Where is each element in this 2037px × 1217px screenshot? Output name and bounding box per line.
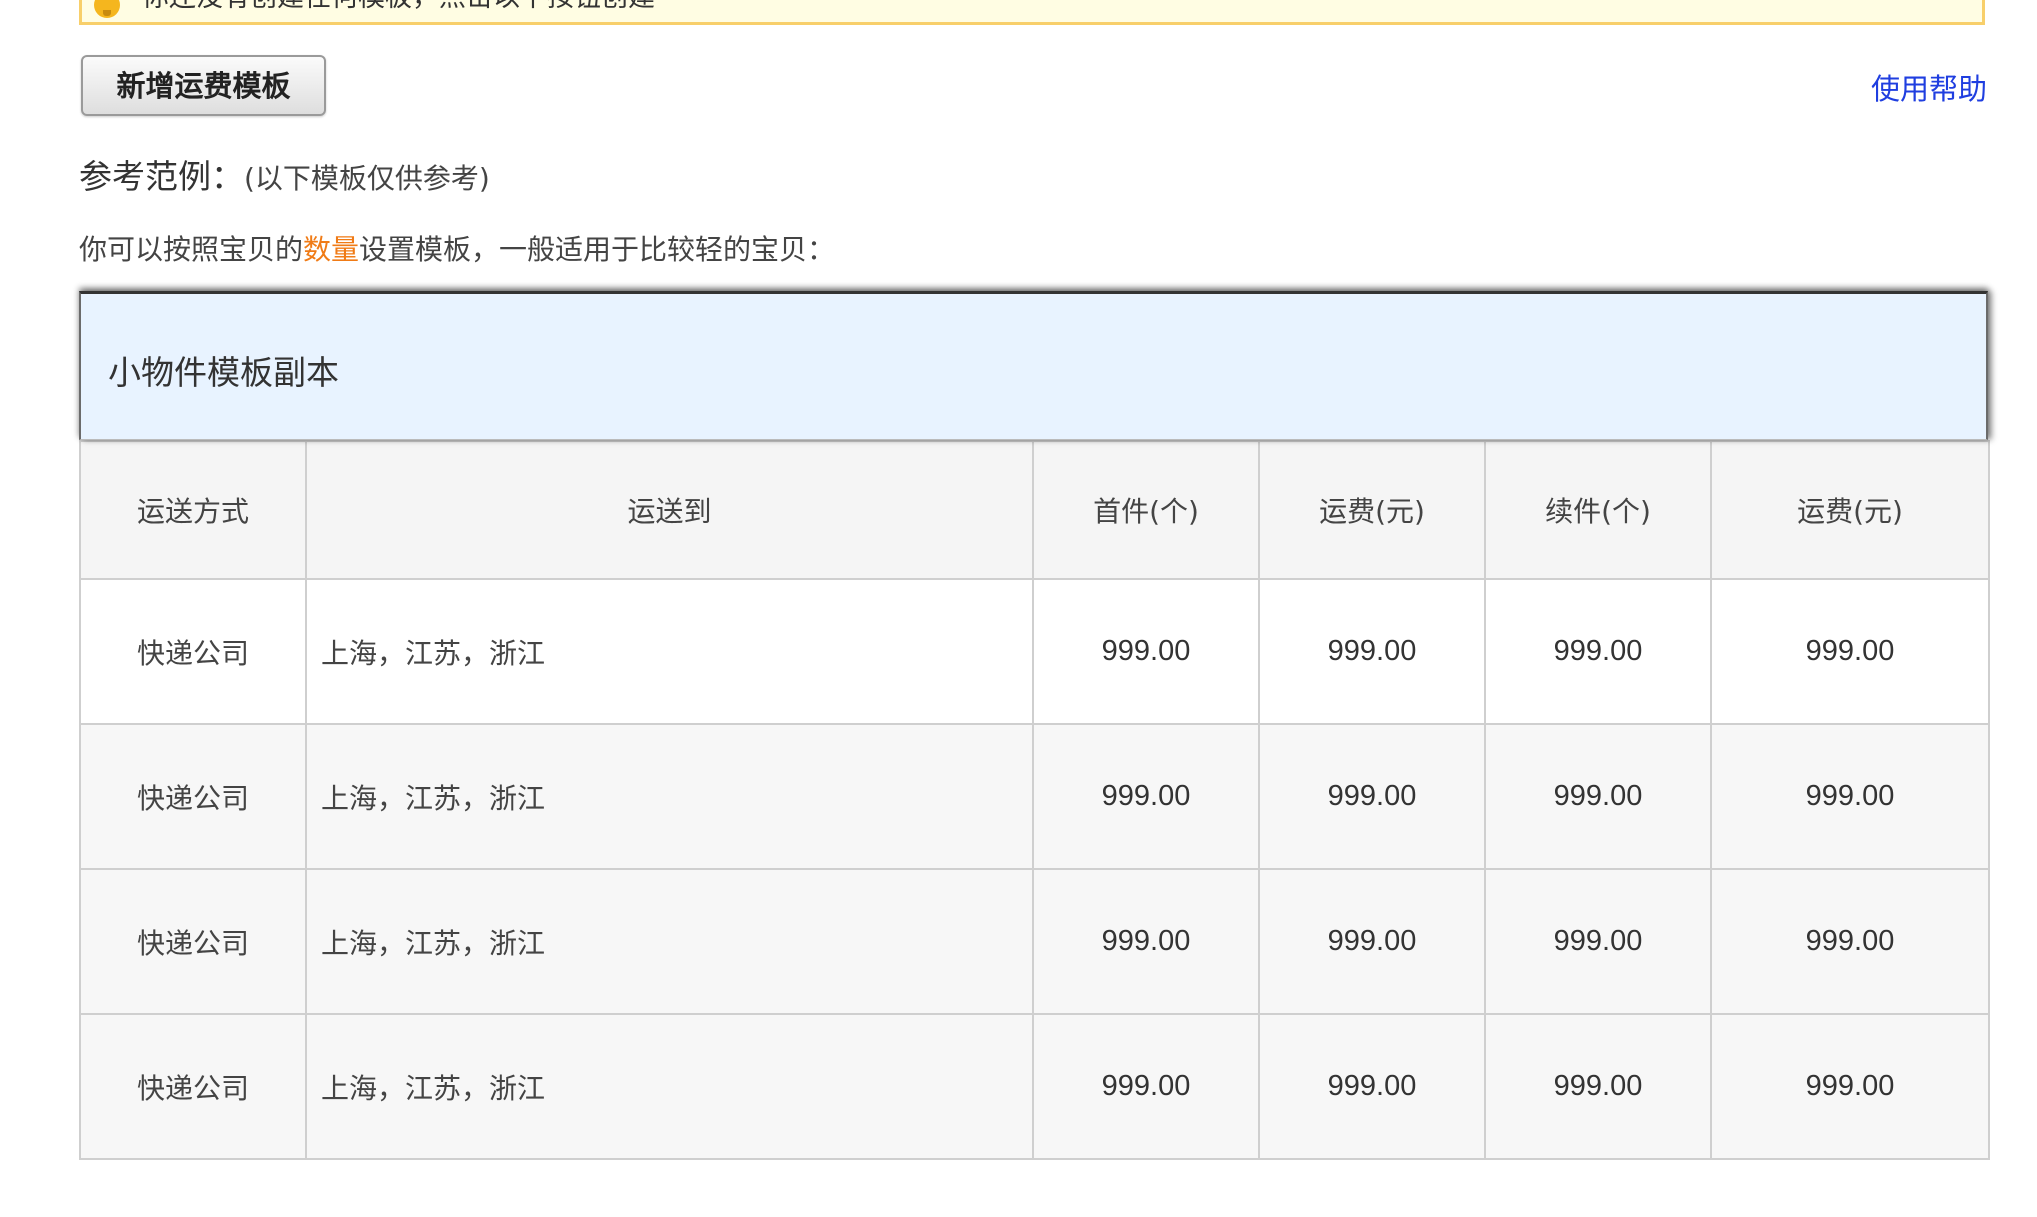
cell-extra-fee: 999.00 [1710, 868, 1990, 1015]
reference-description: 你可以按照宝贝的数量设置模板，一般适用于比较轻的宝贝： [79, 228, 835, 268]
cell-first-fee: 999.00 [1258, 578, 1486, 725]
column-header-destination: 运送到 [305, 440, 1034, 580]
template-card: 小物件模板副本 运送方式 运送到 首件(个) 运费(元) 续件(个) 运费(元) [79, 291, 1990, 1160]
cell-first-item: 999.00 [1032, 868, 1260, 1015]
cell-extra-item: 999.00 [1484, 578, 1712, 725]
table-row: 快递公司 上海，江苏，浙江 999.00 999.00 999.00 999.0… [79, 723, 1990, 870]
cell-extra-item: 999.00 [1484, 868, 1712, 1015]
description-text: 你可以按照宝贝的 [79, 233, 304, 266]
add-shipping-template-button[interactable]: 新增运费模板 [81, 55, 326, 116]
cell-first-fee: 999.00 [1258, 868, 1486, 1015]
template-name: 小物件模板副本 [108, 353, 339, 392]
cell-method: 快递公司 [79, 868, 307, 1015]
cell-method: 快递公司 [79, 578, 307, 725]
notice-text: 你还没有创建任何模板，点击以下按钮创建 [142, 0, 655, 12]
cell-destination: 上海，江苏，浙江 [305, 868, 1034, 1015]
cell-extra-fee: 999.00 [1710, 723, 1990, 870]
cell-extra-fee: 999.00 [1710, 578, 1990, 725]
cell-extra-item: 999.00 [1484, 723, 1712, 870]
cell-destination: 上海，江苏，浙江 [305, 1013, 1034, 1160]
notice-bar: 你还没有创建任何模板，点击以下按钮创建 [79, 0, 1985, 25]
cell-method: 快递公司 [79, 1013, 307, 1160]
cell-extra-item: 999.00 [1484, 1013, 1712, 1160]
cell-extra-fee: 999.00 [1710, 1013, 1990, 1160]
lightbulb-icon [94, 0, 120, 18]
page: 你还没有创建任何模板，点击以下按钮创建 新增运费模板 使用帮助 参考范例：(以下… [0, 0, 2037, 1217]
description-text-after: 设置模板，一般适用于比较轻的宝贝： [359, 233, 836, 266]
table-row: 快递公司 上海，江苏，浙江 999.00 999.00 999.00 999.0… [79, 1013, 1990, 1160]
cell-first-fee: 999.00 [1258, 1013, 1486, 1160]
column-header-extra-item: 续件(个) [1484, 440, 1712, 580]
table-row: 快递公司 上海，江苏，浙江 999.00 999.00 999.00 999.0… [79, 868, 1990, 1015]
cell-first-item: 999.00 [1032, 578, 1260, 725]
template-header: 小物件模板副本 [79, 291, 1988, 440]
table-row: 快递公司 上海，江苏，浙江 999.00 999.00 999.00 999.0… [79, 578, 1990, 725]
table-header-row: 运送方式 运送到 首件(个) 运费(元) 续件(个) 运费(元) [79, 440, 1990, 580]
cell-destination: 上海，江苏，浙江 [305, 578, 1034, 725]
description-highlight: 数量 [303, 233, 360, 266]
cell-first-item: 999.00 [1032, 723, 1260, 870]
reference-title: 参考范例： [79, 157, 244, 196]
help-link[interactable]: 使用帮助 [1871, 66, 1987, 108]
cell-method: 快递公司 [79, 723, 307, 870]
cell-destination: 上海，江苏，浙江 [305, 723, 1034, 870]
cell-first-fee: 999.00 [1258, 723, 1486, 870]
reference-heading: 参考范例：(以下模板仅供参考) [79, 150, 490, 198]
column-header-method: 运送方式 [79, 440, 307, 580]
column-header-first-item: 首件(个) [1032, 440, 1260, 580]
column-header-first-fee: 运费(元) [1258, 440, 1486, 580]
reference-note: (以下模板仅供参考) [244, 162, 490, 195]
cell-first-item: 999.00 [1032, 1013, 1260, 1160]
shipping-rates-table: 运送方式 运送到 首件(个) 运费(元) 续件(个) 运费(元) 快递公司 上海… [79, 440, 1990, 1160]
column-header-extra-fee: 运费(元) [1710, 440, 1990, 580]
